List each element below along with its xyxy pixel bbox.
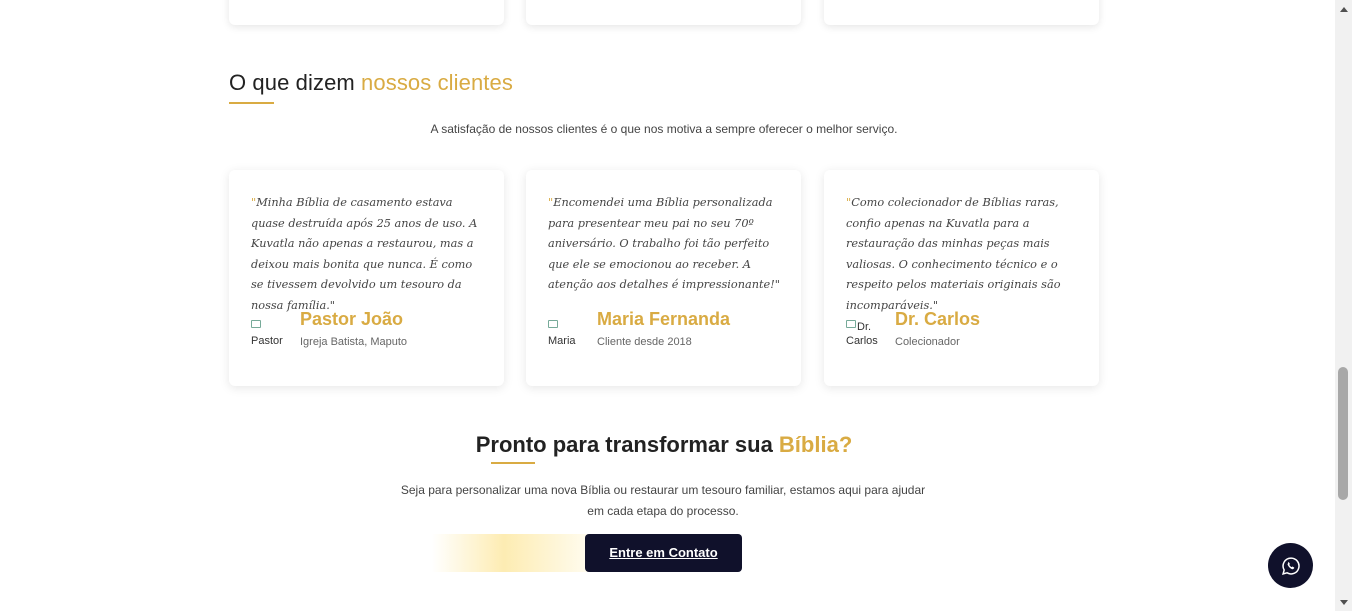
cta-title-accent: Bíblia? (778, 432, 853, 457)
title-underline (229, 102, 274, 104)
avatar: Maria (548, 320, 584, 352)
testimonial-role: Colecionador (895, 336, 960, 348)
testimonials-title: O que dizem nossos clientes (229, 70, 513, 96)
testimonials-title-main: O que dizem (229, 70, 362, 95)
testimonials-subtitle: A satisfação de nossos clientes é o que … (430, 122, 898, 136)
testimonial-card: "Como colecionador de Bíblias raras, con… (824, 170, 1099, 386)
testimonial-quote: "Minha Bíblia de casamento estava quase … (251, 196, 478, 312)
testimonial-name: Maria Fernanda (597, 309, 731, 329)
testimonial-quote: "Encomendei uma Bíblia personalizada par… (548, 196, 780, 291)
testimonials-title-accent: nossos clientes (361, 70, 513, 95)
cta-underline (491, 462, 535, 464)
testimonial-name: Dr. Carlos (895, 309, 981, 329)
scroll-down-arrow-icon[interactable] (1335, 594, 1352, 611)
avatar: Dr. Carlos (846, 320, 878, 347)
cta-text: Seja para personalizar uma nova Bíblia o… (400, 483, 926, 518)
button-glow (432, 534, 592, 572)
page: O que dizem nossos clientes A satisfação… (0, 0, 1335, 611)
previous-card (824, 0, 1099, 25)
avatar: Pastor (251, 320, 287, 352)
cta-title: Pronto para transformar sua Bíblia? (229, 432, 1099, 458)
scrollbar-thumb[interactable] (1338, 367, 1348, 500)
whatsapp-button[interactable] (1268, 543, 1313, 588)
cta-title-main: Pronto para transformar sua (475, 432, 779, 457)
scroll-up-arrow-icon[interactable] (1335, 0, 1352, 17)
testimonial-card: "Minha Bíblia de casamento estava quase … (229, 170, 504, 386)
testimonial-card: "Encomendei uma Bíblia personalizada par… (526, 170, 801, 386)
scrollbar[interactable] (1335, 0, 1352, 611)
previous-card (526, 0, 801, 25)
contact-button[interactable]: Entre em Contato (585, 534, 742, 572)
testimonial-role: Igreja Batista, Maputo (300, 336, 408, 348)
testimonial-role: Cliente desde 2018 (597, 336, 692, 348)
whatsapp-icon (1281, 556, 1300, 575)
testimonial-name: Pastor João (300, 309, 404, 329)
testimonial-quote: "Como colecionador de Bíblias raras, con… (846, 196, 1061, 312)
previous-card (229, 0, 504, 25)
